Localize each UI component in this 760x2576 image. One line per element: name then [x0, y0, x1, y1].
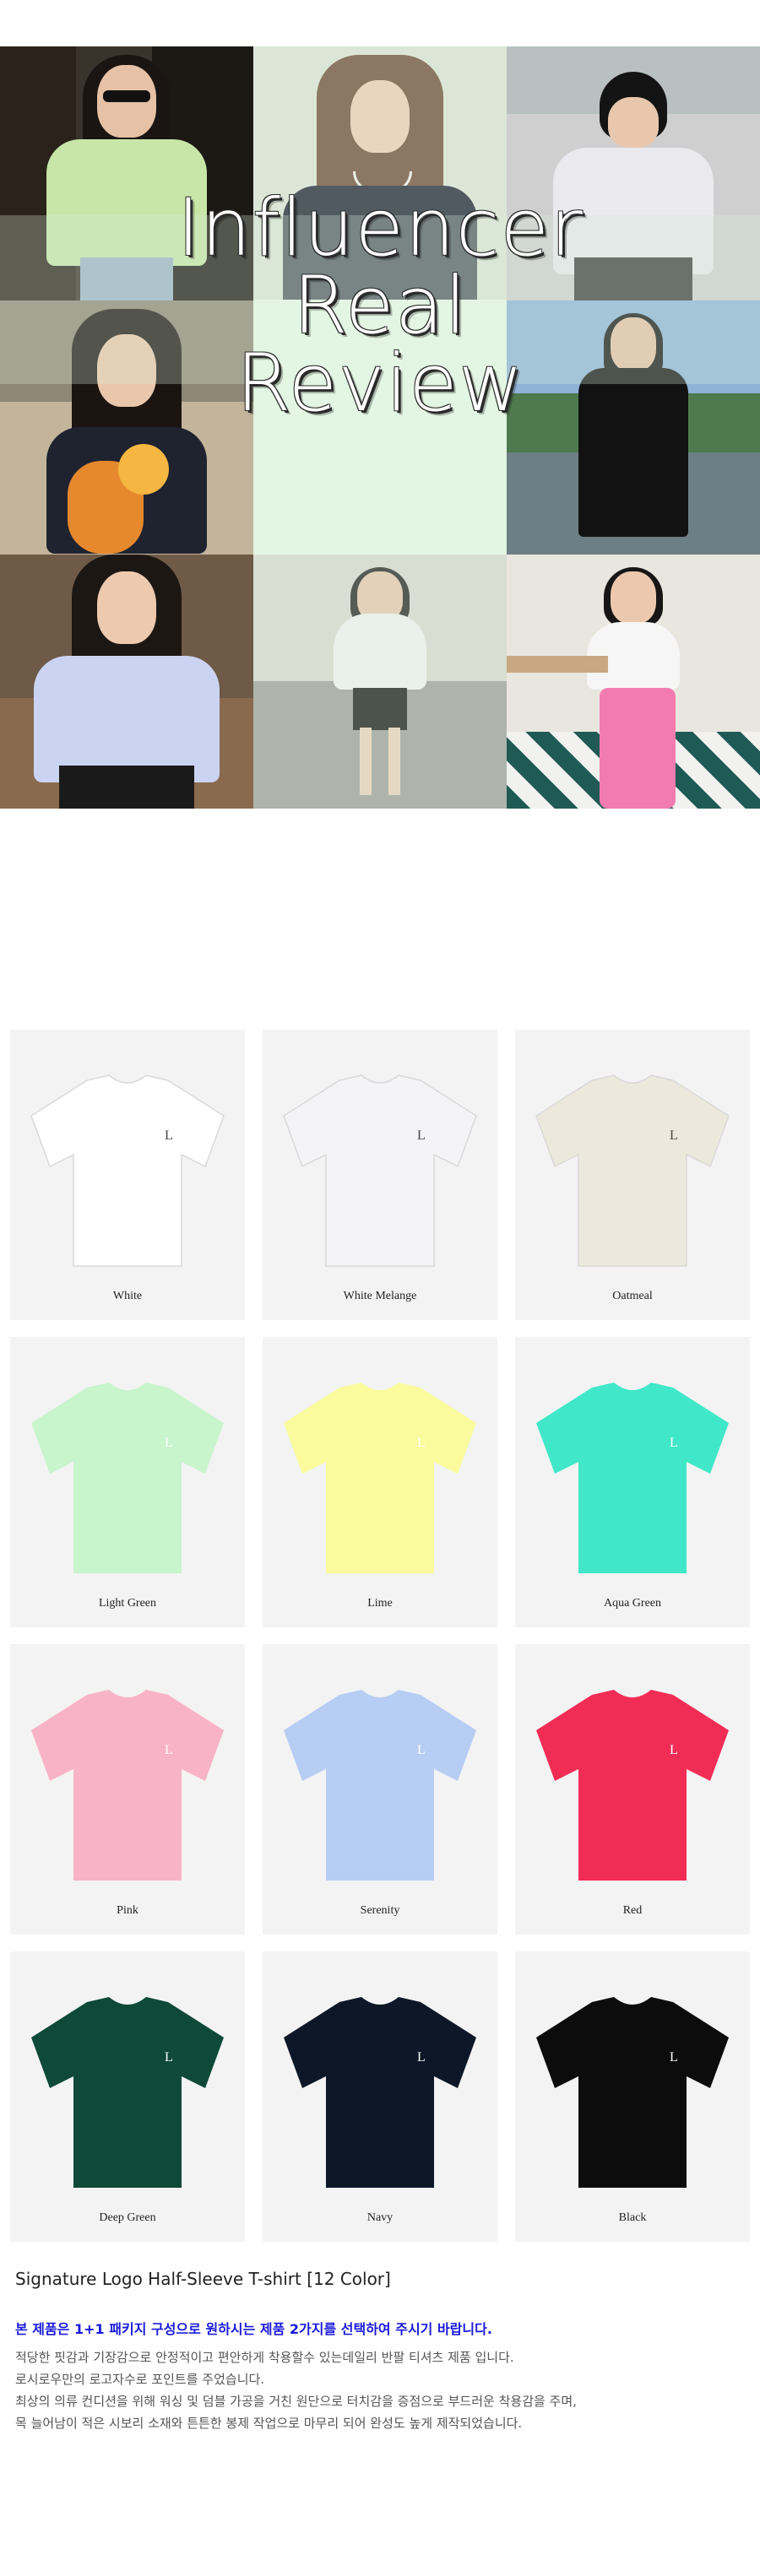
- description-line: 로시로우만의 로고자수로 포인트를 주었습니다.: [15, 2372, 265, 2387]
- product-card[interactable]: L White Melange: [263, 1030, 497, 1320]
- product-card[interactable]: L Light Green: [10, 1337, 245, 1627]
- product-color-label: White Melange: [343, 1290, 417, 1302]
- package-notice: 본 제품은 1+1 패키지 구성으로 원하시는 제품 2가지를 선택하여 주시기…: [15, 2321, 492, 2337]
- review-photo-6: [0, 555, 253, 809]
- logo-embroidery: L: [165, 1436, 173, 1450]
- tshirt-image: L: [31, 1383, 224, 1573]
- logo-embroidery: L: [417, 1743, 426, 1757]
- tshirt-image: L: [536, 1383, 729, 1573]
- title-line-1: Influencer: [176, 182, 584, 274]
- product-color-label: Serenity: [360, 1904, 400, 1917]
- tshirt-image: L: [536, 1690, 729, 1881]
- logo-embroidery: L: [417, 2050, 426, 2065]
- product-color-label: Pink: [117, 1904, 138, 1917]
- logo-embroidery: L: [670, 1743, 678, 1757]
- product-card[interactable]: L Deep Green: [10, 1951, 245, 2242]
- product-card[interactable]: L Oatmeal: [515, 1030, 750, 1320]
- product-color-label: Red: [622, 1904, 643, 1917]
- product-card[interactable]: L Serenity: [263, 1644, 497, 1935]
- logo-embroidery: L: [670, 1128, 678, 1143]
- product-card[interactable]: L White: [10, 1030, 245, 1320]
- logo-embroidery: L: [165, 2050, 173, 2065]
- product-description: Signature Logo Half-Sleeve T-shirt [12 C…: [15, 2269, 741, 2434]
- product-card[interactable]: L Pink: [10, 1644, 245, 1935]
- product-card[interactable]: L Navy: [263, 1951, 497, 2242]
- product-title: Signature Logo Half-Sleeve T-shirt [12 C…: [15, 2269, 391, 2289]
- product-color-label: Lime: [367, 1597, 393, 1610]
- tshirt-image: L: [284, 1997, 476, 2188]
- logo-embroidery: L: [670, 2050, 678, 2065]
- tshirt-image: L: [283, 1074, 477, 1267]
- product-card[interactable]: L Red: [515, 1644, 750, 1935]
- logo-embroidery: L: [670, 1436, 678, 1450]
- logo-embroidery: L: [417, 1436, 426, 1450]
- description-line: 적당한 핏감과 기장감으로 안정적이고 편안하게 착용할수 있는데일리 반팔 티…: [15, 2350, 514, 2365]
- logo-embroidery: L: [417, 1128, 426, 1143]
- product-card[interactable]: L Lime: [263, 1337, 497, 1627]
- title-line-2: Real: [292, 260, 468, 352]
- logo-embroidery: L: [165, 1128, 173, 1143]
- tshirt-image: L: [536, 1997, 729, 2188]
- description-line: 목 늘어남이 적은 시보리 소재와 튼튼한 봉제 작업으로 마무리 되어 완성도…: [15, 2416, 523, 2431]
- description-line: 최상의 의류 컨디션을 위해 워싱 및 덤블 가공을 거친 원단으로 터치감을 …: [15, 2394, 577, 2409]
- collage-title: Influencer Real Review: [0, 182, 760, 430]
- product-card[interactable]: L Black: [515, 1951, 750, 2242]
- product-color-label: Oatmeal: [612, 1290, 653, 1302]
- influencer-review-collage: Influencer Real Review: [0, 46, 760, 809]
- tshirt-image: L: [31, 1690, 224, 1881]
- tshirt-image: L: [31, 1997, 224, 2188]
- product-color-label: Black: [618, 2211, 647, 2224]
- product-color-label: Deep Green: [99, 2211, 156, 2224]
- product-color-label: Navy: [366, 2211, 394, 2224]
- product-color-label: Light Green: [98, 1597, 157, 1610]
- tshirt-image: L: [284, 1690, 476, 1881]
- product-color-label: White: [112, 1290, 143, 1302]
- logo-embroidery: L: [165, 1743, 173, 1757]
- tshirt-image: L: [30, 1074, 225, 1267]
- review-photo-8: [507, 555, 760, 809]
- title-line-3: Review: [236, 338, 524, 430]
- product-color-label: Aqua Green: [603, 1597, 662, 1610]
- tshirt-image: L: [535, 1074, 730, 1267]
- product-card[interactable]: L Aqua Green: [515, 1337, 750, 1627]
- tshirt-image: L: [284, 1383, 476, 1573]
